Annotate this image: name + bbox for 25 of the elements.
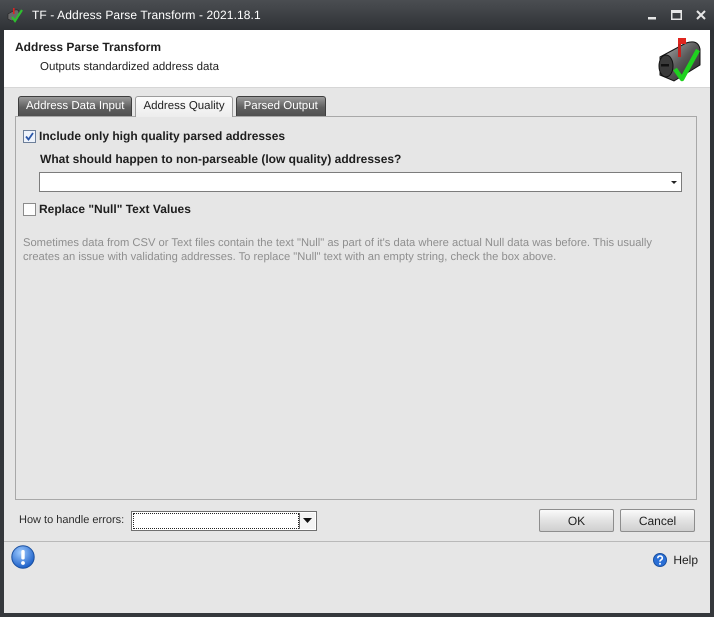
help-text: Sometimes data from CSV or Text files contain the text "Null" as part of it's data where actual Null data was before. This usually creates an issue with validating addresses. To replace "Null" text with an empty string, check the box above. — [23, 236, 654, 264]
help-icon[interactable] — [653, 553, 668, 567]
error-handling-dropdown[interactable] — [131, 510, 318, 530]
checkbox[interactable] — [23, 130, 36, 142]
checkbox-label: Include only high quality parsed addresses — [39, 128, 286, 144]
cancel-button[interactable]: Cancel — [620, 509, 695, 532]
ok-button[interactable]: OK — [539, 509, 614, 532]
mailbox-check-icon — [6, 7, 24, 23]
dropdown-field[interactable] — [39, 172, 682, 192]
tab[interactable]: Parsed Output — [236, 96, 326, 116]
caret-icon — [671, 180, 677, 184]
info-icon — [11, 545, 35, 569]
field-label: How to handle errors: — [19, 513, 124, 528]
maximize-icon[interactable] — [671, 10, 682, 20]
question-label: What should happen to non-parseable (low quality) addresses? — [40, 152, 402, 166]
tab[interactable]: Address Quality — [135, 96, 233, 117]
dialog-title: Address Parse Transform — [15, 40, 162, 54]
caret-icon — [303, 518, 312, 523]
tab[interactable]: Address Data Input — [18, 96, 132, 116]
dialog-subtitle: Outputs standardized address data — [40, 60, 220, 74]
checkbox-label: Replace "Null" Text Values — [39, 201, 191, 217]
checkbox[interactable] — [23, 202, 36, 216]
help-link[interactable]: Help — [673, 551, 698, 569]
window-title: TF - Address Parse Transform - 2021.18.1 — [32, 7, 261, 24]
close-icon[interactable] — [696, 10, 706, 20]
